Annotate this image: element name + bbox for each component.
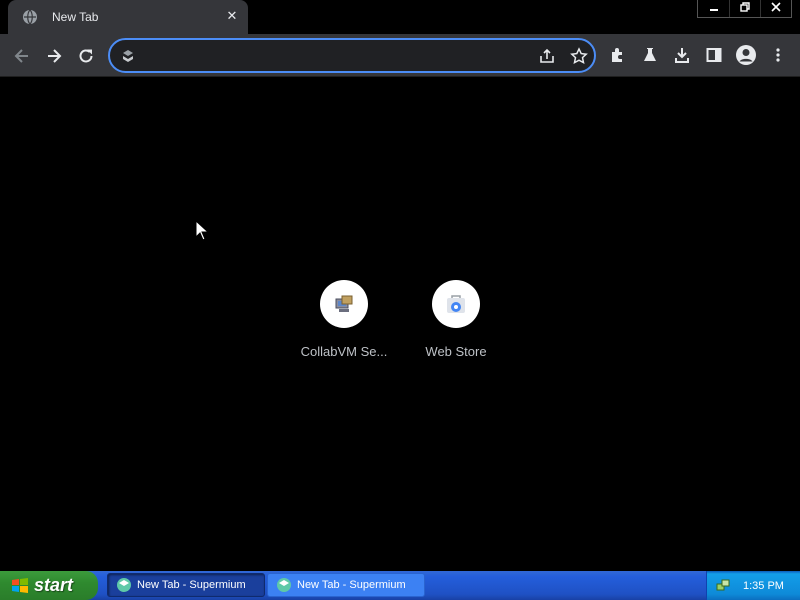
close-icon[interactable] xyxy=(760,0,791,17)
tab-title: New Tab xyxy=(52,10,99,24)
taskbar-button-supermium[interactable]: New Tab - Supermium xyxy=(107,573,265,597)
flask-icon[interactable] xyxy=(638,43,662,67)
new-tab-page: CollabVM Se... Web Store xyxy=(0,78,800,571)
mouse-cursor-icon xyxy=(195,220,209,241)
network-icon[interactable] xyxy=(715,578,731,594)
tab-new-tab[interactable]: New Tab ✕ xyxy=(8,0,248,34)
start-label: start xyxy=(34,575,74,595)
taskbar-button-supermium[interactable]: New Tab - Supermium xyxy=(267,573,425,597)
arrow-left-icon xyxy=(14,49,28,63)
supermium-icon xyxy=(277,578,291,592)
share-icon[interactable] xyxy=(538,47,556,65)
address-bar[interactable] xyxy=(108,38,596,73)
back-button[interactable] xyxy=(8,42,36,70)
arrow-right-icon xyxy=(48,49,62,63)
supermium-icon xyxy=(123,50,133,62)
minimize-icon[interactable] xyxy=(698,0,729,17)
kebab-menu-icon[interactable] xyxy=(766,43,790,67)
system-tray: 1:35 PM xyxy=(706,571,800,600)
star-icon[interactable] xyxy=(570,47,588,65)
start-button[interactable]: start xyxy=(0,571,98,600)
shortcut-collabvm[interactable]: CollabVM Se... xyxy=(288,280,400,380)
window-controls xyxy=(697,0,792,18)
supermium-icon xyxy=(117,578,131,592)
reload-icon xyxy=(79,49,93,63)
side-panel-icon[interactable] xyxy=(702,43,726,67)
clock[interactable]: 1:35 PM xyxy=(743,580,784,592)
web-store-icon xyxy=(432,280,480,328)
shortcut-web-store[interactable]: Web Store xyxy=(400,280,512,380)
browser-toolbar xyxy=(0,34,800,77)
avatar-icon[interactable] xyxy=(734,43,758,67)
shortcut-label: CollabVM Se... xyxy=(300,344,388,359)
download-icon[interactable] xyxy=(670,43,694,67)
collabvm-icon xyxy=(320,280,368,328)
address-input[interactable] xyxy=(146,46,526,66)
tab-close-icon[interactable]: ✕ xyxy=(224,8,240,24)
title-bar: New Tab ✕ xyxy=(0,0,800,34)
forward-button[interactable] xyxy=(40,42,68,70)
restore-icon[interactable] xyxy=(729,0,760,17)
puzzle-icon[interactable] xyxy=(606,43,630,67)
taskbar-button-label: New Tab - Supermium xyxy=(137,579,246,591)
reload-button[interactable] xyxy=(72,42,100,70)
taskbar: start New Tab - Supermium New Tab - Supe… xyxy=(0,571,800,600)
windows-logo-icon xyxy=(12,577,28,593)
taskbar-button-label: New Tab - Supermium xyxy=(297,579,406,591)
shortcut-label: Web Store xyxy=(425,344,487,359)
globe-icon xyxy=(23,9,37,25)
